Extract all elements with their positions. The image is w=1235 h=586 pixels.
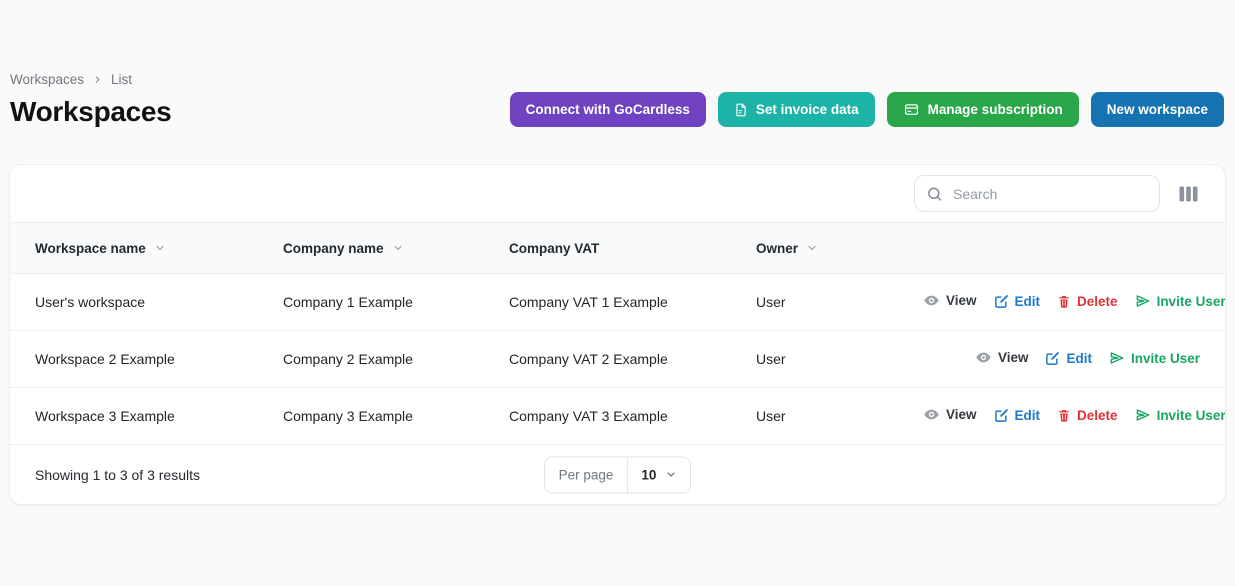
workspaces-table-card: Workspace name Company name Company VAT … [9, 164, 1226, 505]
invite-action-label: Invite User [1157, 294, 1226, 309]
per-page-select[interactable]: 10 [628, 457, 690, 492]
delete-action-link[interactable]: Delete [1057, 408, 1118, 423]
workspace-name-cell: User's workspace [10, 274, 258, 331]
trash-icon [1057, 408, 1071, 423]
toggle-columns-button[interactable] [1177, 184, 1200, 204]
page-header: Workspaces List Workspaces Connect with … [0, 0, 1235, 128]
edit-action-label: Edit [1015, 294, 1041, 309]
breadcrumb-item-list: List [111, 72, 132, 87]
results-summary: Showing 1 to 3 of 3 results [35, 467, 200, 483]
table-body: User's workspaceCompany 1 ExampleCompany… [10, 274, 1225, 445]
credit-card-icon [903, 102, 920, 117]
chevron-down-icon [392, 242, 404, 254]
workspaces-page: Workspaces List Workspaces Connect with … [0, 0, 1235, 586]
connect-gocardless-label: Connect with GoCardless [526, 102, 690, 117]
chevron-down-icon [154, 242, 166, 254]
eye-icon [923, 406, 940, 423]
chevron-right-icon [93, 75, 102, 84]
column-label: Company VAT [509, 241, 599, 256]
edit-action-link[interactable]: Edit [1045, 351, 1092, 366]
row-actions-cell: View Edit Delete Invite User [881, 274, 1225, 331]
breadcrumb: Workspaces List [10, 72, 171, 87]
company-name-cell: Company 2 Example [258, 331, 484, 388]
table-row: User's workspaceCompany 1 ExampleCompany… [10, 274, 1225, 331]
invite-action-link[interactable]: Invite User [1135, 407, 1226, 423]
invite-action-label: Invite User [1131, 351, 1200, 366]
column-label: Owner [756, 241, 798, 256]
view-action-link[interactable]: View [923, 292, 977, 309]
connect-gocardless-button[interactable]: Connect with GoCardless [510, 92, 706, 127]
owner-cell: User [731, 274, 881, 331]
edit-action-link[interactable]: Edit [994, 408, 1041, 423]
workspaces-table: Workspace name Company name Company VAT … [10, 222, 1225, 445]
search-input[interactable] [914, 175, 1160, 212]
chevron-down-icon [665, 469, 677, 481]
per-page-label: Per page [545, 457, 629, 492]
send-icon [1135, 293, 1151, 309]
company-name-cell: Company 1 Example [258, 274, 484, 331]
edit-action-label: Edit [1066, 351, 1092, 366]
row-actions-cell: View Edit Invite User [881, 331, 1225, 388]
new-workspace-label: New workspace [1107, 102, 1208, 117]
column-header-owner[interactable]: Owner [731, 223, 881, 274]
eye-icon [975, 349, 992, 366]
page-title: Workspaces [10, 96, 171, 128]
search-icon [926, 185, 943, 202]
delete-action-label: Delete [1077, 408, 1118, 423]
column-label: Workspace name [35, 241, 146, 256]
file-icon [734, 102, 748, 118]
chevron-down-icon [806, 242, 818, 254]
send-icon [1135, 407, 1151, 423]
table-footer: Showing 1 to 3 of 3 results Per page 10 [10, 445, 1225, 504]
per-page-control: Per page 10 [544, 456, 692, 493]
trash-icon [1057, 294, 1071, 309]
per-page-value: 10 [641, 467, 656, 482]
company-vat-cell: Company VAT 2 Example [484, 331, 731, 388]
pencil-square-icon [994, 294, 1009, 309]
owner-cell: User [731, 388, 881, 445]
delete-action-link[interactable]: Delete [1057, 294, 1118, 309]
search-field-wrapper [914, 175, 1160, 212]
header-left: Workspaces List Workspaces [10, 72, 171, 128]
manage-subscription-button[interactable]: Manage subscription [887, 92, 1079, 127]
column-header-workspace-name[interactable]: Workspace name [10, 223, 258, 274]
table-toolbar [10, 165, 1225, 222]
pencil-square-icon [994, 408, 1009, 423]
new-workspace-button[interactable]: New workspace [1091, 92, 1224, 127]
column-label: Company name [283, 241, 384, 256]
header-action-buttons: Connect with GoCardless Set invoice data… [510, 92, 1224, 128]
row-actions-cell: View Edit Delete Invite User [881, 388, 1225, 445]
invite-action-label: Invite User [1157, 408, 1226, 423]
table-row: Workspace 3 ExampleCompany 3 ExampleComp… [10, 388, 1225, 445]
delete-action-label: Delete [1077, 294, 1118, 309]
invite-action-link[interactable]: Invite User [1109, 350, 1200, 366]
set-invoice-data-button[interactable]: Set invoice data [718, 92, 875, 127]
manage-subscription-label: Manage subscription [928, 102, 1063, 117]
company-vat-cell: Company VAT 3 Example [484, 388, 731, 445]
invite-action-link[interactable]: Invite User [1135, 293, 1226, 309]
view-action-label: View [998, 350, 1029, 365]
view-action-label: View [946, 407, 977, 422]
table-row: Workspace 2 ExampleCompany 2 ExampleComp… [10, 331, 1225, 388]
view-action-link[interactable]: View [923, 406, 977, 423]
edit-action-link[interactable]: Edit [994, 294, 1041, 309]
view-action-link[interactable]: View [975, 349, 1029, 366]
workspace-name-cell: Workspace 2 Example [10, 331, 258, 388]
set-invoice-data-label: Set invoice data [756, 102, 859, 117]
eye-icon [923, 292, 940, 309]
column-header-company-name[interactable]: Company name [258, 223, 484, 274]
send-icon [1109, 350, 1125, 366]
owner-cell: User [731, 331, 881, 388]
column-header-actions [881, 223, 1225, 274]
company-name-cell: Company 3 Example [258, 388, 484, 445]
workspace-name-cell: Workspace 3 Example [10, 388, 258, 445]
table-header: Workspace name Company name Company VAT … [10, 223, 1225, 274]
edit-action-label: Edit [1015, 408, 1041, 423]
breadcrumb-item-workspaces[interactable]: Workspaces [10, 72, 84, 87]
view-action-label: View [946, 293, 977, 308]
column-header-company-vat: Company VAT [484, 223, 731, 274]
columns-icon [1179, 186, 1198, 202]
pencil-square-icon [1045, 351, 1060, 366]
company-vat-cell: Company VAT 1 Example [484, 274, 731, 331]
